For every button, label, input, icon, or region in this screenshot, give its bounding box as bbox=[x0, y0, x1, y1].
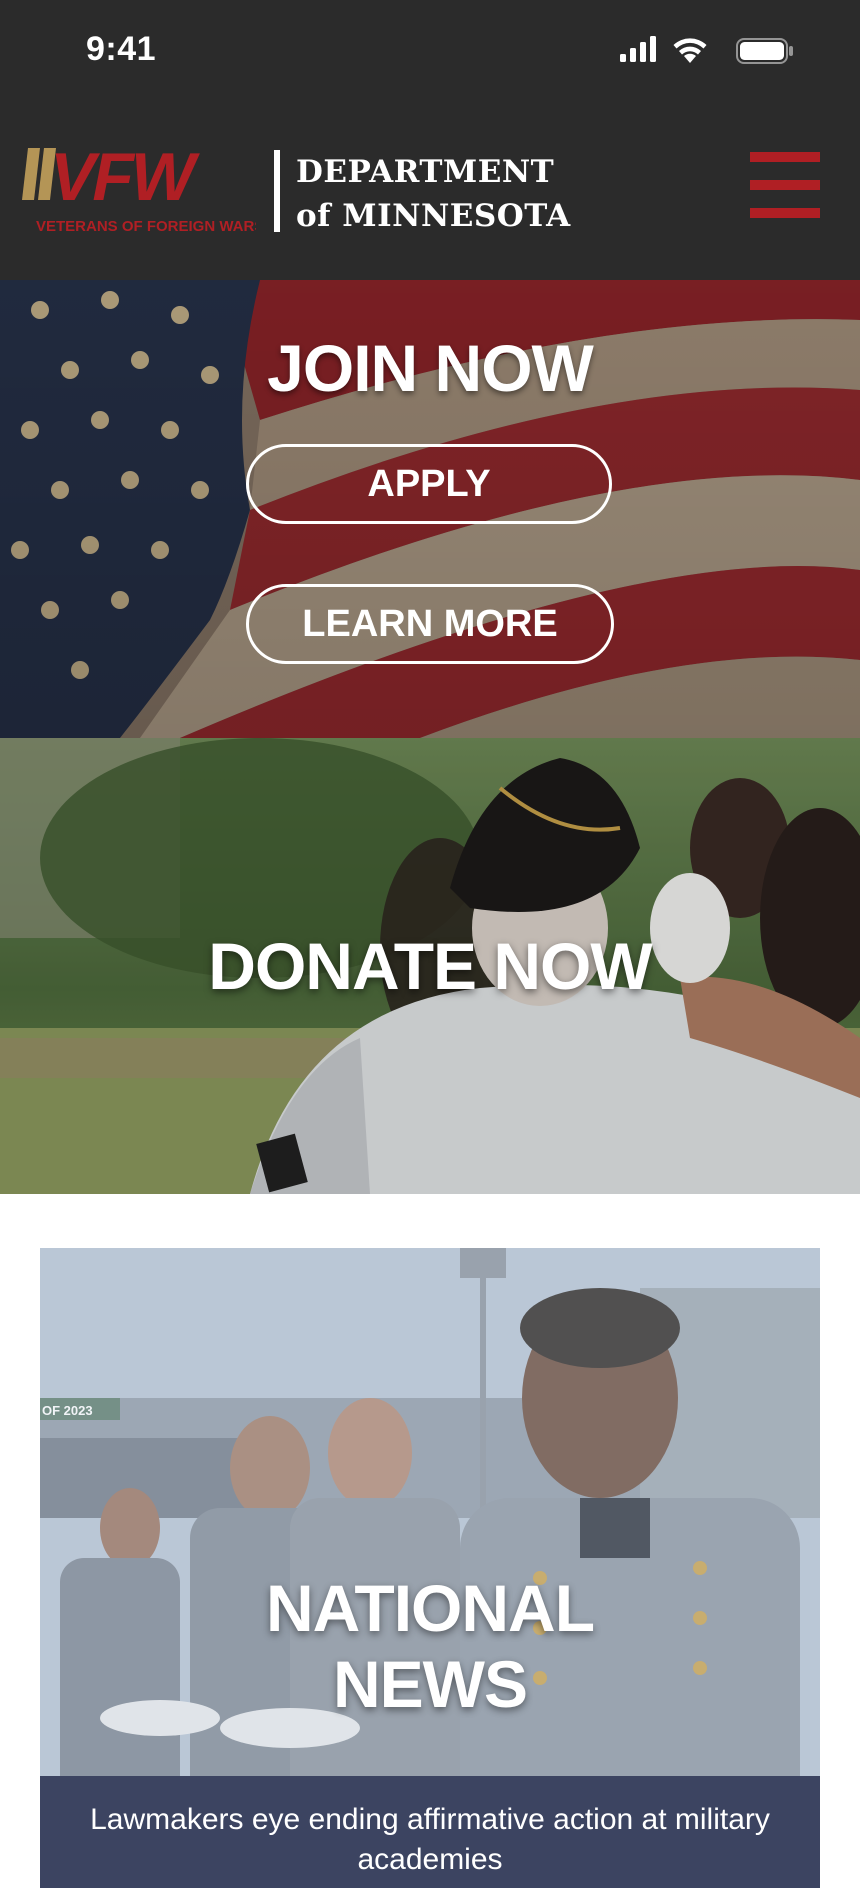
department-name: DEPARTMENT of MINNESOTA bbox=[296, 150, 571, 238]
dept-line-2: of MINNESOTA bbox=[296, 198, 571, 234]
logo-divider bbox=[274, 150, 280, 232]
logo-tagline: VETERANS OF FOREIGN WARS. bbox=[36, 218, 256, 235]
national-news-title: NATIONAL NEWS bbox=[40, 1570, 820, 1722]
donate-title: DONATE NOW bbox=[208, 929, 652, 1003]
battery-icon bbox=[736, 38, 793, 64]
hamburger-menu-icon[interactable] bbox=[750, 152, 822, 218]
join-section: JOIN NOW APPLY LEARN MORE bbox=[0, 280, 860, 738]
donate-section[interactable]: DONATE NOW bbox=[0, 738, 860, 1194]
signal-icon bbox=[620, 36, 656, 62]
status-time: 9:41 bbox=[86, 30, 157, 68]
learn-more-button[interactable]: LEARN MORE bbox=[246, 584, 614, 664]
wifi-icon bbox=[673, 38, 707, 63]
logo-wordmark: VFW bbox=[50, 148, 201, 215]
dept-line-1: DEPARTMENT bbox=[296, 154, 555, 190]
join-title: JOIN NOW bbox=[267, 331, 594, 405]
vfw-logo[interactable]: VFW VETERANS OF FOREIGN WARS. bbox=[20, 148, 256, 240]
news-title-line-2: NEWS bbox=[333, 1647, 528, 1721]
news-headline-caption[interactable]: Lawmakers eye ending affirmative action … bbox=[40, 1776, 820, 1888]
status-bar: 9:41 bbox=[0, 0, 860, 104]
site-header: VFW VETERANS OF FOREIGN WARS. DEPARTMENT… bbox=[0, 104, 860, 280]
national-news-card[interactable]: OF 2023 NATIONAL NEWS Lawmakers eye endi… bbox=[40, 1248, 820, 1888]
status-icons bbox=[594, 36, 794, 66]
news-title-line-1: NATIONAL bbox=[265, 1571, 595, 1645]
apply-button[interactable]: APPLY bbox=[246, 444, 612, 524]
